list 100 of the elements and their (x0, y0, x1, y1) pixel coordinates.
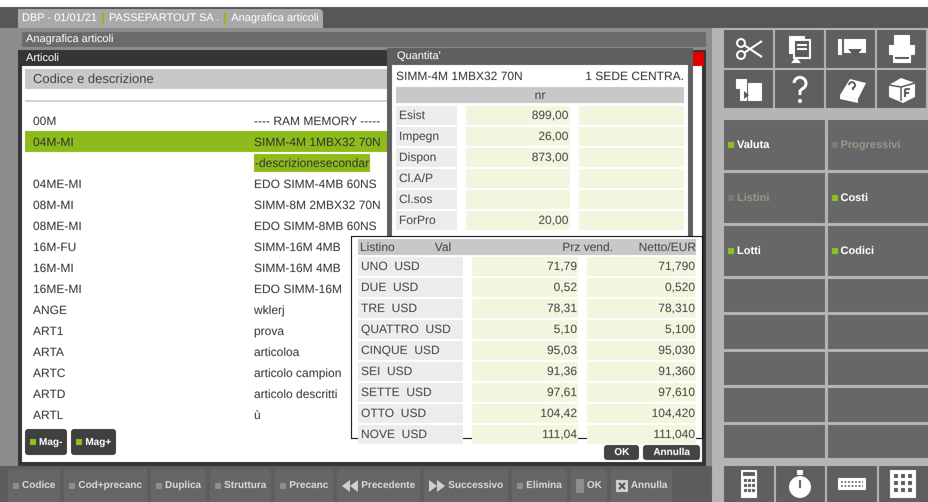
table-cell: 97,610 (587, 383, 696, 402)
square-icon (13, 482, 19, 488)
table-cell-text: EDO SIMM-8MB 60NS (254, 218, 377, 234)
empty-button[interactable] (724, 352, 824, 386)
table-cell-text: ---- RAM MEMORY ----- (254, 112, 380, 130)
value-cell: 26,00 (466, 127, 570, 146)
side-button[interactable]: Valuta (724, 120, 824, 170)
side-button[interactable]: Costi (828, 172, 928, 223)
next-arrows-icon (429, 480, 446, 492)
table-cell-text: 08M-MI (32, 196, 75, 214)
value-cell: 899,00 (466, 106, 570, 125)
table-cell: 0,520 (587, 278, 696, 297)
mag-button[interactable]: Mag- (25, 429, 68, 455)
column-header: Val (434, 239, 452, 255)
square-icon (215, 482, 222, 488)
field-label: ForPro (396, 211, 457, 230)
field-label: Cl.sos (396, 190, 457, 209)
window-title: Anagrafica articoli (22, 32, 706, 47)
toolbar-button[interactable]: Struttura (210, 469, 272, 502)
table-cell: 71,790 (587, 257, 696, 276)
table-cell: 111,04 (472, 425, 578, 444)
table-cell: TRE USD (358, 299, 463, 318)
selected-row[interactable]: 04M-MI SIMM-4M 1MBX32 70N (25, 131, 390, 152)
table-cell-text: SIMM-16M 4MB (254, 260, 341, 276)
table-cell-text: ARTD (32, 386, 66, 402)
table-cell-text: ARTC (32, 364, 66, 382)
status-square-icon (832, 248, 838, 254)
table-cell-text: ANGE (32, 302, 68, 318)
table-cell: UNO USD (358, 257, 463, 276)
empty-button[interactable] (828, 278, 928, 312)
square-icon (69, 482, 76, 488)
table-cell-text: 16M-FU (32, 238, 78, 256)
table-cell: OTTO USD (358, 404, 463, 423)
field-label: Dispon (396, 148, 457, 167)
toolbar-button[interactable]: Cod+precanc (64, 469, 147, 502)
value-cell: 873,00 (466, 148, 570, 167)
square-icon (517, 482, 524, 488)
table-cell: SETTE USD (358, 383, 463, 402)
status-square-icon (832, 194, 838, 201)
table-cell-text: 08ME-MI (32, 218, 83, 234)
table-cell-text: EDO SIMM-4MB 60NS (254, 176, 377, 192)
table-cell: 0,52 (472, 278, 578, 297)
table-cell: 5,100 (587, 320, 696, 339)
panel-title: Articoli (25, 51, 60, 66)
table-cell-text: ARTA (32, 344, 65, 360)
table-cell-text: 04ME-MI (32, 176, 83, 192)
mag-button[interactable]: Mag+ (71, 429, 116, 455)
table-cell-text: SIMM-16M 4MB (254, 238, 341, 256)
table-cell-text: 16ME-MI (32, 280, 83, 298)
toolbar-button[interactable]: Precanc (275, 469, 334, 502)
previous-arrows-icon (342, 480, 358, 492)
table-cell-text: SIMM-4M 1MBX32 70N (254, 134, 381, 150)
table-cell: 111,040 (587, 425, 696, 444)
item-description: SIMM-4M 1MBX32 70N (396, 68, 523, 85)
field-label: Esist (396, 106, 457, 125)
side-button[interactable]: Codici (828, 226, 928, 276)
toolbar-button[interactable]: Annulla (610, 469, 672, 502)
square-icon (280, 482, 286, 488)
table-cell: 95,03 (472, 341, 578, 360)
table-cell: 5,10 (472, 320, 578, 339)
table-cell: 95,030 (587, 341, 696, 360)
toolbar-button[interactable]: Elimina (512, 469, 567, 502)
column-header: Codice e descrizione (25, 69, 390, 89)
window-tab[interactable]: DBP - 01/01/21 PASSEPARTOUT SA . Anagrafica articoli (18, 9, 323, 28)
empty-button[interactable] (828, 352, 928, 386)
toolbar-button[interactable]: Duplica (150, 469, 206, 502)
table-cell: 78,310 (587, 299, 696, 318)
toolbar-button[interactable]: Precedente (337, 469, 420, 502)
table-cell-text: articoloa (254, 344, 300, 360)
table-cell-text: SIMM-8M 2MBX32 70N (254, 196, 381, 214)
dialog-button[interactable]: OK (604, 445, 640, 460)
table-cell: -descrizionesecondar (254, 154, 370, 172)
table-cell: 91,360 (587, 362, 696, 381)
square-icon (576, 478, 584, 492)
table-cell-text: ARTL (32, 406, 64, 424)
tab-label: Anagrafica articoli (231, 11, 319, 26)
side-button[interactable]: Lotti (724, 226, 824, 276)
toolbar-button[interactable]: Successivo (424, 469, 508, 502)
table-cell-text: prova (254, 322, 284, 340)
table-cell-text: ù (254, 406, 261, 424)
table-cell-text: EDO SIMM-16M (254, 280, 342, 298)
table-cell-text: 00M (32, 112, 58, 130)
table-cell: 71,79 (472, 257, 578, 276)
toolbar-button[interactable]: OK (570, 469, 607, 502)
empty-button[interactable] (724, 278, 824, 312)
column-header: Listino (359, 239, 396, 255)
field-label: Cl.A/P (396, 169, 457, 188)
dialog-button[interactable]: Annulla (643, 445, 700, 460)
table-cell: 104,42 (472, 404, 578, 423)
column-header: Prz vend. (561, 239, 613, 255)
table-cell: 91,36 (472, 362, 578, 381)
table-cell-text: wklerj (254, 302, 285, 318)
table-cell-text: 16M-MI (32, 260, 75, 276)
toolbar-button[interactable]: Codice (8, 469, 60, 502)
table-cell: CINQUE USD (358, 341, 463, 360)
table-cell-text: 04M-MI (32, 134, 75, 150)
square-icon (156, 482, 162, 488)
column-header: Netto/EUR (638, 239, 696, 255)
table-cell: 78,31 (472, 299, 578, 318)
value-cell: 20,00 (466, 211, 570, 230)
